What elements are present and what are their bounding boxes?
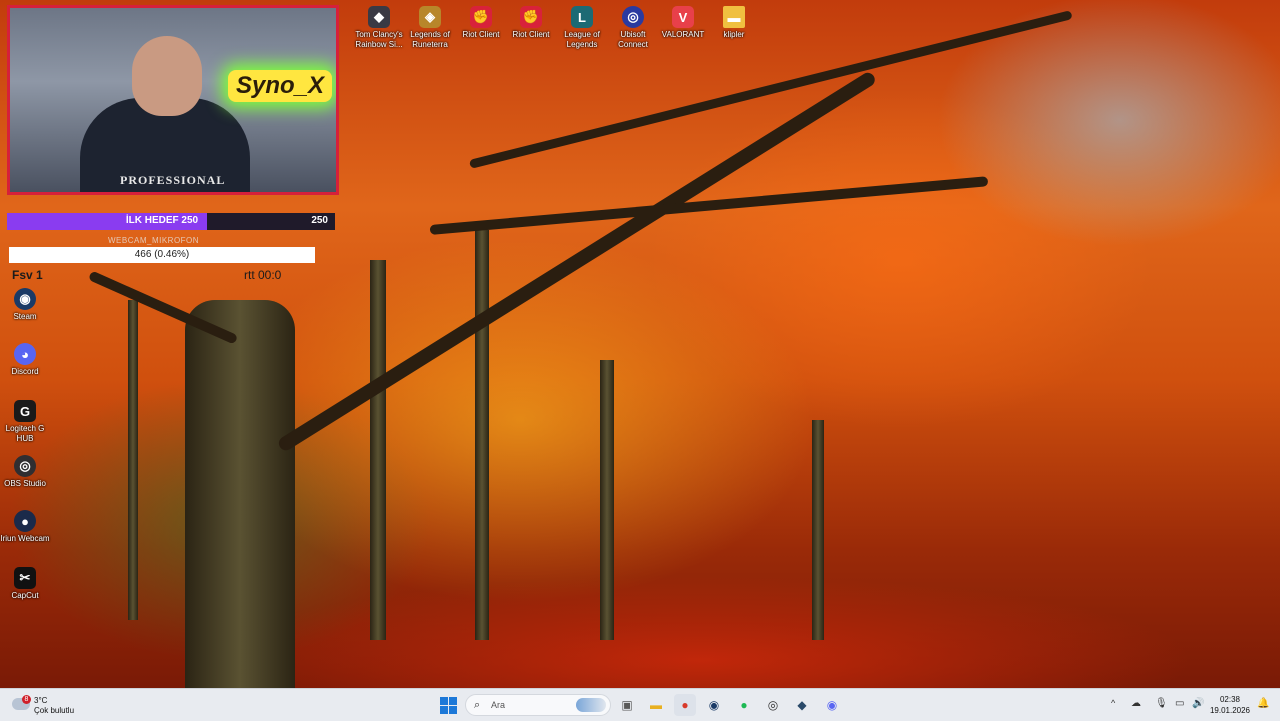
discord-icon: ◕: [14, 343, 36, 365]
folder-icon: ▬: [723, 6, 745, 28]
clock-date: 19.01.2026: [1209, 706, 1251, 715]
notification-icon[interactable]: 🔔: [1257, 698, 1269, 709]
overlay-faint-text: rtt 00:0: [244, 268, 282, 282]
desktop-wallpaper: ◆ Tom Clancy's Rainbow Si... ◈ Legends o…: [0, 0, 1280, 688]
app-icon: ◆: [797, 698, 807, 712]
goal-value: 250: [311, 215, 328, 226]
chevron-up-icon[interactable]: ^: [1111, 698, 1115, 708]
steam-icon: ◉: [14, 288, 36, 310]
desktop-icon-valorant[interactable]: V VALORANT: [656, 6, 710, 40]
weather-temperature: 3°C: [34, 696, 48, 705]
overlay-faint-text: Fsv 1: [12, 268, 43, 282]
goal-label: İLK HEDEF 250: [125, 215, 199, 226]
obs-studio-icon: ◎: [14, 455, 36, 477]
webcam-neon-sign: Syno_X: [228, 70, 333, 102]
obs-studio-icon: ◎: [767, 698, 779, 712]
search-highlight-icon: [576, 698, 606, 712]
file-explorer-button[interactable]: ▬: [645, 694, 667, 716]
desktop-icon-logitech-g-hub[interactable]: G Logitech G HUB: [0, 400, 52, 444]
wallpaper-trunk: [128, 300, 138, 620]
desktop-icon-league-of-legends[interactable]: L League of Legends: [555, 6, 609, 50]
desktop-icon-klipler[interactable]: ▬ klipler: [707, 6, 761, 40]
webcam-person-head: [132, 36, 202, 116]
obs-taskbar-button[interactable]: ◎: [762, 694, 784, 716]
capcut-icon: ✂: [14, 567, 36, 589]
goal-progress-bar: İLK HEDEF 250 250: [7, 213, 335, 230]
iriun-webcam-icon: ●: [14, 510, 36, 532]
wallpaper-trunk: [600, 360, 614, 640]
wallpaper-branch: [276, 70, 878, 453]
desktop-icon-label: Steam: [13, 312, 37, 321]
search-placeholder: Ara: [491, 700, 506, 710]
volume-icon[interactable]: 🔊: [1192, 698, 1204, 709]
desktop-icon-label: VALORANT: [661, 30, 705, 39]
wallpaper-trunk: [370, 260, 386, 640]
desktop-icon-label: League of Legends: [564, 30, 600, 49]
desktop-icon-label: klipler: [723, 30, 745, 39]
league-of-legends-icon: L: [571, 6, 593, 28]
riot-client-icon: ✊: [470, 6, 492, 28]
desktop-icon-label: OBS Studio: [4, 479, 46, 488]
logitech-g-hub-icon: G: [14, 400, 36, 422]
task-view-button[interactable]: ▣: [616, 694, 638, 716]
start-button[interactable]: [437, 694, 459, 716]
task-view-icon: ▣: [621, 698, 633, 712]
discord-icon: ◉: [826, 698, 838, 712]
steam-taskbar-button[interactable]: ◉: [703, 694, 725, 716]
desktop-icon-steam[interactable]: ◉ Steam: [0, 288, 52, 322]
onedrive-icon[interactable]: ☁: [1131, 698, 1141, 709]
network-icon[interactable]: ▭: [1175, 698, 1184, 709]
wallpaper-trunk: [812, 420, 824, 640]
riot-client-icon: ✊: [520, 6, 542, 28]
desktop-icon-rainbow-six[interactable]: ◆ Tom Clancy's Rainbow Si...: [352, 6, 406, 50]
chrome-button[interactable]: ●: [674, 694, 696, 716]
desktop-icon-label: Riot Client: [462, 30, 500, 39]
spotify-button[interactable]: ●: [733, 694, 755, 716]
taskbar-search[interactable]: ⌕ Ara: [465, 694, 611, 716]
desktop-icon-label: Logitech G HUB: [5, 424, 45, 443]
weather-widget[interactable]: 8 3°C Çok bulutlu: [8, 693, 98, 717]
spotify-icon: ●: [740, 698, 748, 712]
windows-logo-icon: [439, 696, 457, 714]
file-explorer-icon: ▬: [650, 698, 662, 712]
desktop-icon-label: Tom Clancy's Rainbow Si...: [355, 30, 403, 49]
clock[interactable]: 02:38 19.01.2026: [1208, 694, 1252, 716]
weather-badge: 8: [22, 695, 31, 704]
desktop-icon-legends-of-runeterra[interactable]: ◈ Legends of Runeterra: [403, 6, 457, 50]
desktop-icon-capcut[interactable]: ✂ CapCut: [0, 567, 52, 601]
desktop-icon-ubisoft-connect[interactable]: ◎ Ubisoft Connect: [606, 6, 660, 50]
microphone-icon[interactable]: 🎙: [1155, 698, 1168, 709]
desktop-icon-riot-client[interactable]: ✊ Riot Client: [454, 6, 508, 40]
ubisoft-connect-icon: ◎: [622, 6, 644, 28]
weather-condition: Çok bulutlu: [34, 706, 75, 715]
clock-time: 02:38: [1219, 695, 1241, 704]
desktop-icon-label: Discord: [11, 367, 39, 376]
desktop-icon-label: Ubisoft Connect: [618, 30, 648, 49]
desktop-icon-label: Iriun Webcam: [0, 534, 50, 543]
discord-taskbar-button[interactable]: ◉: [821, 694, 843, 716]
wallpaper-trunk: [475, 230, 489, 640]
source-label: WEBCAM_MIKROFON: [108, 236, 200, 245]
desktop-icon-label: CapCut: [11, 591, 39, 600]
desktop-icon-iriun-webcam[interactable]: ● Iriun Webcam: [0, 510, 52, 544]
steam-icon: ◉: [708, 698, 720, 712]
desktop-icon-label: Riot Client: [512, 30, 550, 39]
webcam-shirt-text: PROFESSIONAL: [120, 173, 226, 187]
legends-of-runeterra-icon: ◈: [419, 6, 441, 28]
desktop-icon-riot-client-2[interactable]: ✊ Riot Client: [504, 6, 558, 40]
desktop-icon-discord[interactable]: ◕ Discord: [0, 343, 52, 377]
stat-bar: 466 (0.46%): [9, 247, 315, 263]
desktop-icon-obs-studio[interactable]: ◎ OBS Studio: [0, 455, 52, 489]
rainbow-six-icon: ◆: [368, 6, 390, 28]
valorant-icon: V: [672, 6, 694, 28]
desktop-icon-label: Legends of Runeterra: [410, 30, 450, 49]
chrome-icon: ●: [681, 698, 689, 712]
webcam-overlay: PROFESSIONAL Syno_X: [7, 5, 339, 195]
search-icon: ⌕: [474, 699, 481, 711]
taskbar: 8 3°C Çok bulutlu ⌕ Ara ▣ ▬ ● ◉ ● ◎ ◆ ◉ …: [0, 688, 1280, 721]
app-taskbar-button[interactable]: ◆: [791, 694, 813, 716]
wallpaper-trunk: [185, 300, 295, 688]
